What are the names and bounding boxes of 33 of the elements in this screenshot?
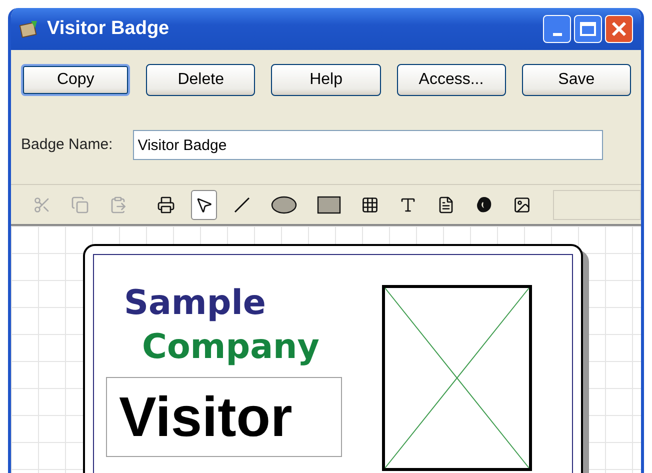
rectangle-icon: [317, 196, 341, 214]
tool-button[interactable]: [191, 190, 217, 220]
toolbar-field[interactable]: [553, 190, 641, 220]
document-icon: [437, 196, 455, 214]
paste-icon: [109, 196, 127, 214]
blob-icon: [475, 196, 493, 214]
pointer-icon: [195, 196, 213, 214]
ellipse-icon: [271, 196, 297, 214]
toolbar-button[interactable]: Copy: [21, 64, 130, 96]
company-name-line: Company: [141, 327, 320, 367]
maximize-button[interactable]: [574, 15, 602, 43]
cut-icon: [33, 196, 51, 214]
window-title: Visitor Badge: [47, 16, 170, 41]
toolbar-button[interactable]: Help: [271, 64, 381, 96]
line-icon: [233, 196, 251, 214]
company-name-line: Sample: [123, 283, 267, 323]
close-button[interactable]: [605, 15, 633, 43]
badge-name-label: Badge Name:: [21, 134, 113, 155]
minimize-icon: [552, 33, 562, 36]
close-icon: [611, 21, 627, 37]
minimize-button[interactable]: [543, 15, 571, 43]
pattern-icon: [361, 196, 379, 214]
text-tool-icon: [399, 196, 417, 214]
visitor-label: Visitor: [106, 377, 342, 457]
maximize-icon: [580, 22, 596, 36]
toolbar-button[interactable]: Save: [522, 64, 631, 96]
app-icon: [19, 19, 39, 39]
printer-icon: [157, 196, 175, 214]
toolbar-button[interactable]: Access...: [396, 64, 506, 96]
image-icon: [513, 196, 531, 214]
toolbar-button[interactable]: Delete: [146, 64, 256, 96]
badge-name-field[interactable]: Visitor Badge: [132, 130, 603, 160]
copy-icon: [71, 196, 89, 214]
